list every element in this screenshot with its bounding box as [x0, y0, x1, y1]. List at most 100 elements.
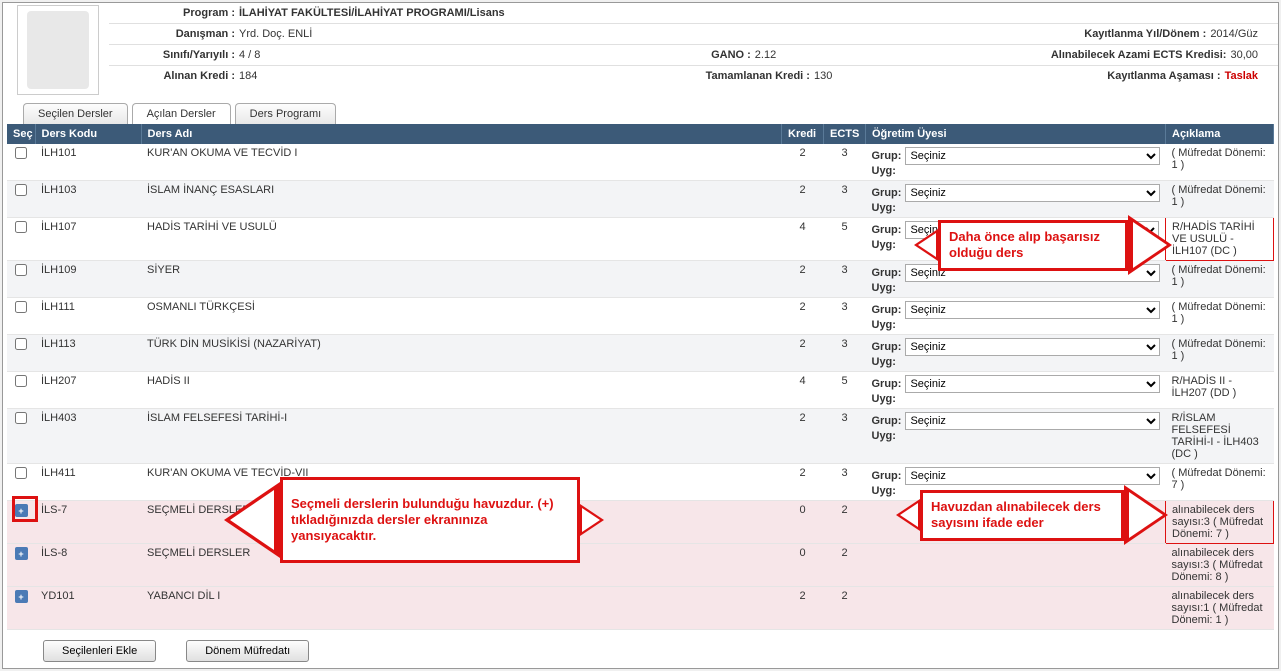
course-desc: alınabilecek ders sayısı:1 ( Müfredat Dö… [1166, 587, 1274, 630]
course-desc: ( Müfredat Dönemi: 1 ) [1166, 298, 1274, 335]
course-name: SEÇMELİ DERSLER [141, 501, 782, 544]
instructor-cell: Grup:Seçiniz Uyg: [866, 409, 1166, 464]
select-checkbox[interactable] [15, 338, 27, 350]
tab-schedule[interactable]: Ders Programı [235, 103, 337, 124]
gano-label: GANO : [711, 49, 755, 61]
course-name: KUR'AN OKUMA VE TECVİD I [141, 144, 782, 181]
uyg-label: Uyg: [872, 165, 896, 177]
select-checkbox[interactable] [15, 184, 27, 196]
course-name: HADİS II [141, 372, 782, 409]
course-desc: ( Müfredat Dönemi: 1 ) [1166, 144, 1274, 181]
group-select[interactable]: Seçiniz [905, 412, 1159, 430]
course-ects: 3 [824, 464, 866, 501]
term-curriculum-button[interactable]: Dönem Müfredatı [186, 640, 309, 662]
instructor-cell: Grup:SeçinizUyg: [866, 464, 1166, 501]
group-label: Grup: [872, 378, 902, 390]
tab-selected-courses[interactable]: Seçilen Dersler [23, 103, 128, 124]
instructor-cell: Grup:Seçiniz Uyg: [866, 181, 1166, 218]
table-row: İLH103İSLAM İNANÇ ESASLARI23Grup:Seçiniz… [7, 181, 1274, 218]
instructor-cell [866, 544, 1166, 587]
course-name: İSLAM İNANÇ ESASLARI [141, 181, 782, 218]
group-label: Grup: [872, 415, 902, 427]
course-credit: 0 [782, 501, 824, 544]
th-instructor: Öğretim Üyesi [866, 124, 1166, 144]
expand-icon[interactable]: + [15, 590, 28, 603]
select-checkbox[interactable] [15, 412, 27, 424]
tab-opened-courses[interactable]: Açılan Dersler [132, 103, 231, 124]
course-desc: ( Müfredat Dönemi: 1 ) [1166, 261, 1274, 298]
select-checkbox[interactable] [15, 147, 27, 159]
group-select[interactable]: Seçiniz [905, 375, 1159, 393]
table-row: İLH113TÜRK DİN MUSİKİSİ (NAZARİYAT)23Gru… [7, 335, 1274, 372]
select-checkbox[interactable] [15, 467, 27, 479]
table-row: +YD101YABANCI DİL I22alınabilecek ders s… [7, 587, 1274, 630]
course-ects: 3 [824, 181, 866, 218]
group-label: Grup: [872, 187, 902, 199]
courses-table: Seç Ders Kodu Ders Adı Kredi ECTS Öğreti… [7, 124, 1274, 630]
uyg-label: Uyg: [872, 393, 896, 405]
course-code: İLH411 [35, 464, 141, 501]
course-name: SİYER [141, 261, 782, 298]
course-ects: 5 [824, 372, 866, 409]
reg-year-value: 2014/Güz [1210, 28, 1268, 40]
group-label: Grup: [872, 150, 902, 162]
th-credit: Kredi [782, 124, 824, 144]
course-name: OSMANLI TÜRKÇESİ [141, 298, 782, 335]
group-select[interactable]: Seçiniz [905, 338, 1159, 356]
reg-year-label: Kayıtlanma Yıl/Dönem : [1084, 28, 1210, 40]
uyg-label: Uyg: [872, 319, 896, 331]
uyg-label: Uyg: [872, 239, 896, 251]
group-select[interactable]: Seçiniz [905, 264, 1159, 282]
course-credit: 0 [782, 544, 824, 587]
course-credit: 2 [782, 587, 824, 630]
group-select[interactable]: Seçiniz [905, 221, 1159, 239]
group-select[interactable]: Seçiniz [905, 467, 1159, 485]
student-header: Program : İLAHİYAT FAKÜLTESİ/İLAHİYAT PR… [3, 3, 1278, 97]
instructor-cell: Grup:Seçiniz Uyg: [866, 218, 1166, 261]
max-ects-value: 30,00 [1230, 49, 1268, 61]
course-code: İLH403 [35, 409, 141, 464]
class-sem-value: 4 / 8 [239, 49, 475, 61]
th-select: Seç [7, 124, 35, 144]
course-code: İLH101 [35, 144, 141, 181]
uyg-label: Uyg: [872, 202, 896, 214]
course-ects: 3 [824, 144, 866, 181]
table-row: +İLS-7SEÇMELİ DERSLER02alınabilecek ders… [7, 501, 1274, 544]
group-select[interactable]: Seçiniz [905, 184, 1159, 202]
instructor-cell: Grup:SeçinizUyg: [866, 298, 1166, 335]
uyg-label: Uyg: [872, 430, 896, 442]
th-code: Ders Kodu [35, 124, 141, 144]
completed-credit-value: 130 [814, 70, 874, 82]
instructor-cell: Grup:Seçiniz Uyg: [866, 372, 1166, 409]
group-select[interactable]: Seçiniz [905, 301, 1159, 319]
instructor-cell: Grup:SeçinizUyg: [866, 335, 1166, 372]
expand-icon[interactable]: + [15, 547, 28, 560]
group-label: Grup: [872, 224, 902, 236]
advisor-value: Yrd. Doç. ENLİ [239, 28, 662, 40]
select-checkbox[interactable] [15, 375, 27, 387]
select-checkbox[interactable] [15, 301, 27, 313]
table-row: İLH107HADİS TARİHİ VE USULÜ45Grup:Seçini… [7, 218, 1274, 261]
instructor-cell [866, 587, 1166, 630]
reg-stage-value: Taslak [1225, 70, 1268, 82]
taken-credit-label: Alınan Kredi : [109, 70, 239, 82]
course-code: İLH103 [35, 181, 141, 218]
select-checkbox[interactable] [15, 264, 27, 276]
course-code: İLS-7 [35, 501, 141, 544]
group-label: Grup: [872, 267, 902, 279]
table-row: İLH109SİYER23Grup:SeçinizUyg:( Müfredat … [7, 261, 1274, 298]
add-selected-button[interactable]: Seçilenleri Ekle [43, 640, 156, 662]
course-code: İLH109 [35, 261, 141, 298]
table-row: İLH403İSLAM FELSEFESİ TARİHİ-I23Grup:Seç… [7, 409, 1274, 464]
course-ects: 2 [824, 544, 866, 587]
max-ects-label: Alınabilecek Azami ECTS Kredisi: [1051, 49, 1231, 61]
table-row: İLH111OSMANLI TÜRKÇESİ23Grup:SeçinizUyg:… [7, 298, 1274, 335]
expand-icon[interactable]: + [15, 504, 28, 517]
course-desc: ( Müfredat Dönemi: 7 ) [1166, 464, 1274, 501]
course-ects: 2 [824, 587, 866, 630]
advisor-label: Danışman : [109, 28, 239, 40]
course-code: İLH111 [35, 298, 141, 335]
select-checkbox[interactable] [15, 221, 27, 233]
group-select[interactable]: Seçiniz [905, 147, 1159, 165]
course-desc: ( Müfredat Dönemi: 1 ) [1166, 181, 1274, 218]
